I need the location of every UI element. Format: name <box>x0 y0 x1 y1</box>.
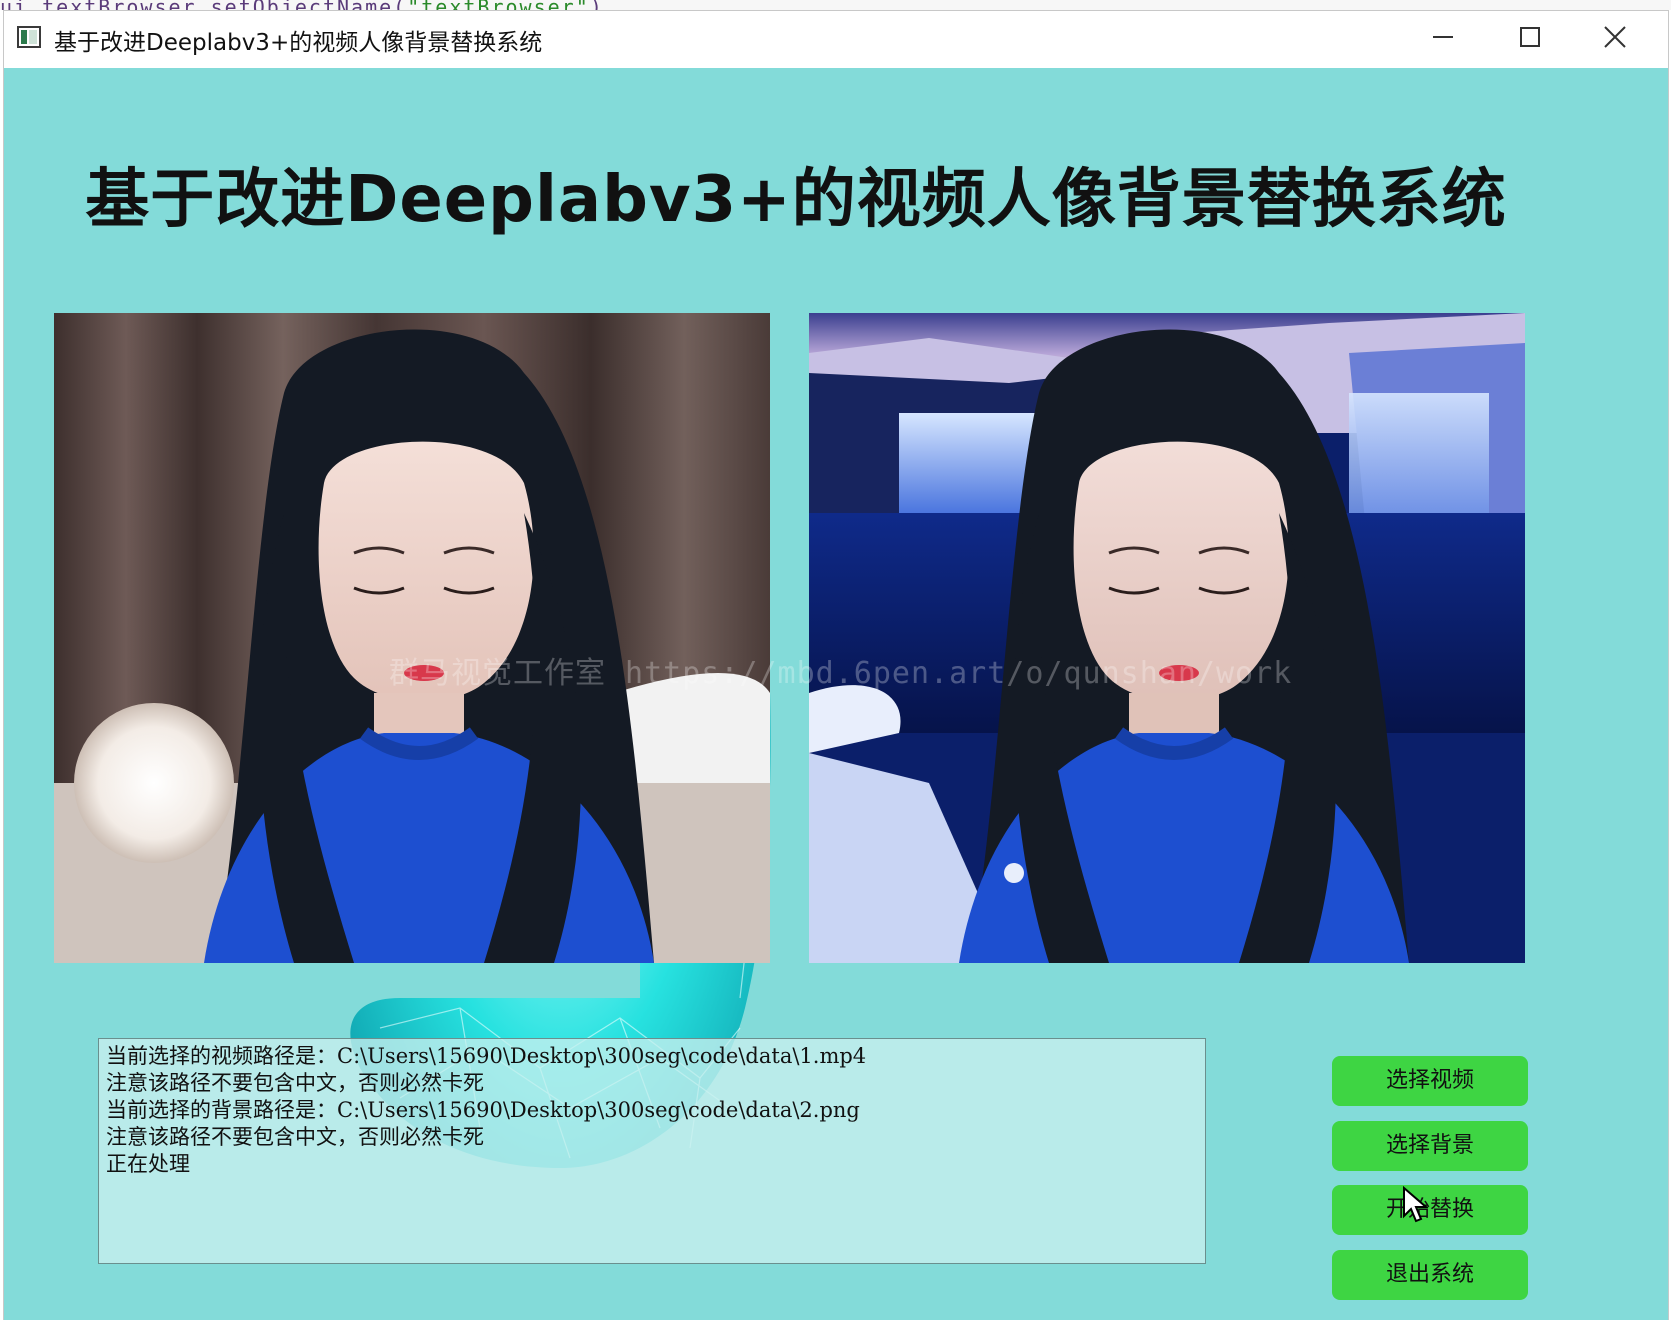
select-background-button[interactable]: 选择背景 <box>1332 1121 1528 1171</box>
background-code-editor-strip: ui.textBrowser.setObjectName("textBrowse… <box>0 0 1671 10</box>
mouse-cursor-icon <box>1403 1186 1428 1223</box>
log-line: 当前选择的背景路径是：C:\Users\15690\Desktop\300seg… <box>106 1098 860 1122</box>
main-panel: 基于改进Deeplabv3+的视频人像背景替换系统 群马视觉工作室 https:… <box>4 68 1668 1320</box>
app-window: 基于改进Deeplabv3+的视频人像背景替换系统 基于改进Deeplabv3+… <box>3 10 1669 1320</box>
watermark-text: 群马视觉工作室 https://mbd.6pen.art/o/qunshan/w… <box>389 656 1293 691</box>
replaced-background-video-frame <box>809 313 1525 963</box>
start-replace-button[interactable]: 开始替换 <box>1332 1185 1528 1235</box>
code-suffix: ) <box>590 0 604 10</box>
page-title: 基于改进Deeplabv3+的视频人像背景替换系统 <box>85 163 1507 237</box>
original-video-frame <box>54 313 770 963</box>
log-line: 正在处理 <box>106 1152 190 1176</box>
code-text: ui.textBrowser.setObjectName( <box>0 0 407 10</box>
minimize-icon[interactable] <box>1400 11 1486 63</box>
close-icon[interactable] <box>1572 11 1658 63</box>
window-title: 基于改进Deeplabv3+的视频人像背景替换系统 <box>54 30 543 56</box>
title-bar[interactable]: 基于改进Deeplabv3+的视频人像背景替换系统 <box>4 11 1668 68</box>
maximize-icon[interactable] <box>1486 11 1572 63</box>
select-video-button[interactable]: 选择视频 <box>1332 1056 1528 1106</box>
log-text-browser[interactable]: 当前选择的视频路径是：C:\Users\15690\Desktop\300seg… <box>98 1038 1206 1264</box>
code-string: "textBrowser" <box>407 0 590 10</box>
log-line: 当前选择的视频路径是：C:\Users\15690\Desktop\300seg… <box>106 1044 867 1068</box>
log-line: 注意该路径不要包含中文，否则必然卡死 <box>106 1071 484 1095</box>
log-line: 注意该路径不要包含中文，否则必然卡死 <box>106 1125 484 1149</box>
app-icon <box>17 26 41 48</box>
exit-system-button[interactable]: 退出系统 <box>1332 1250 1528 1300</box>
